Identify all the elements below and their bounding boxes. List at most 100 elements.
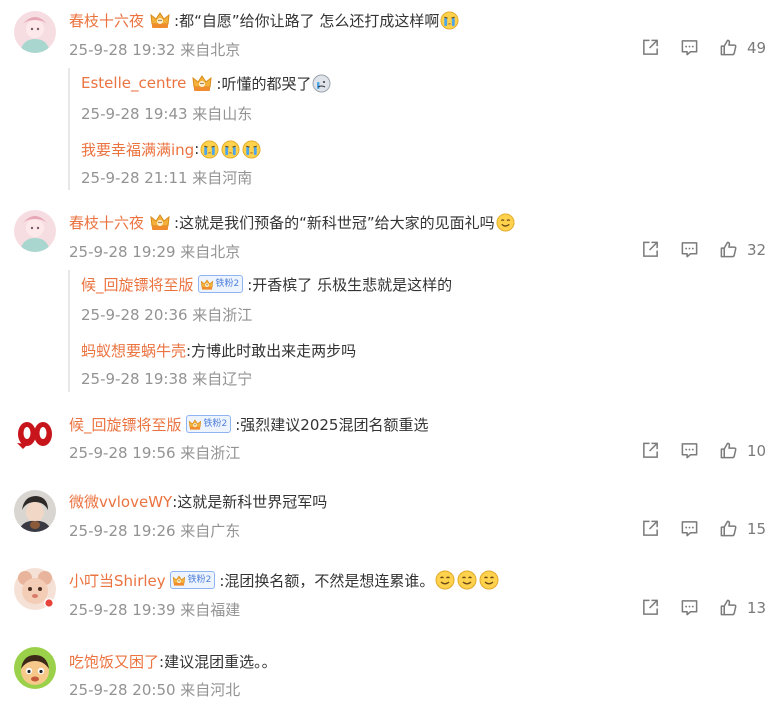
share-icon: [641, 598, 660, 617]
username[interactable]: 春枝十六夜: [69, 10, 144, 31]
username[interactable]: 小叮当Shirley: [69, 570, 166, 591]
like-count: 15: [747, 519, 767, 538]
comment-actions: 32: [641, 240, 766, 259]
cry-emoji-icon: [242, 140, 261, 159]
comment-line: 小叮当Shirley 铁粉2 :混团换名额，不然是想连累谁。: [69, 569, 500, 591]
share-button[interactable]: [641, 598, 660, 617]
fan-badge-label: 铁粉2: [203, 419, 228, 429]
fan-badge: 铁粉2: [185, 415, 232, 433]
username[interactable]: 吃饱饭又困了: [69, 651, 159, 672]
comment-text: :混团换名额，不然是想连累谁。: [219, 571, 435, 590]
comment-icon: [680, 519, 699, 538]
reply-meta: 25-9-28 21:11 来自河南: [81, 169, 253, 187]
like-icon: [719, 598, 738, 617]
like-button[interactable]: 32: [719, 240, 766, 259]
cry-emoji-icon: [221, 140, 240, 159]
comment-meta: 25-9-28 19:39 来自福建: [69, 601, 241, 619]
username[interactable]: 我要幸福满满ing: [81, 139, 194, 160]
comment-button[interactable]: [680, 519, 699, 538]
comment-icon: [680, 598, 699, 617]
comment-actions: 13: [641, 598, 766, 617]
reply-line: 蚂蚁想要蜗牛壳 :方博此时敢出来走两步吗: [81, 339, 356, 361]
comment-button[interactable]: [680, 38, 699, 57]
username[interactable]: 候_回旋镖将至版: [69, 414, 182, 435]
reply-meta: 25-9-28 19:38 来自辽宁: [81, 370, 253, 388]
avatar[interactable]: [14, 210, 56, 252]
reply-thread-line: [68, 68, 72, 190]
comment-text: :这就是我们预备的“新科世冠”给大家的见面礼吗: [174, 213, 495, 232]
like-count: 10: [747, 441, 767, 460]
avatar[interactable]: [14, 11, 56, 53]
reply-text: :听懂的都哭了: [216, 74, 312, 93]
comment-line: 候_回旋镖将至版 铁粉2 :强烈建议2025混团名额重选: [69, 413, 428, 435]
username[interactable]: 蚂蚁想要蜗牛壳: [81, 340, 186, 361]
avatar[interactable]: [14, 568, 56, 610]
share-button[interactable]: [641, 441, 660, 460]
like-button[interactable]: 15: [719, 519, 766, 538]
like-icon: [719, 38, 738, 57]
reply-line: 我要幸福满满ing :: [81, 138, 262, 160]
reply-thread-line: [68, 270, 72, 392]
fan-crown-icon: [200, 278, 214, 291]
username[interactable]: Estelle_centre: [81, 74, 186, 92]
comment-actions: 10: [641, 441, 766, 460]
like-button[interactable]: 10: [719, 441, 766, 460]
comment-text: :都“自愿”给你让路了 怎么还打成这样啊: [174, 11, 440, 30]
avatar[interactable]: [14, 647, 56, 689]
cry-emoji-icon: [440, 11, 459, 30]
share-button[interactable]: [641, 240, 660, 259]
fan-badge: 铁粉2: [169, 571, 216, 589]
username[interactable]: 春枝十六夜: [69, 212, 144, 233]
avatar[interactable]: [14, 490, 56, 532]
comment-meta: 25-9-28 19:56 来自浙江: [69, 444, 241, 462]
comment-icon: [680, 441, 699, 460]
reply-text: :: [194, 140, 200, 158]
fan-crown-icon: [149, 212, 171, 232]
username[interactable]: 微微vvloveWY: [69, 491, 172, 512]
like-icon: [719, 441, 738, 460]
fan-badge-label: 铁粉2: [187, 575, 212, 585]
share-button[interactable]: [641, 519, 660, 538]
reply-text: :方博此时敢出来走两步吗: [186, 341, 357, 360]
comment-actions: 49: [641, 38, 766, 57]
comment-line: 春枝十六夜 :这就是我们预备的“新科世冠”给大家的见面礼吗: [69, 211, 516, 233]
comment-text: :这就是新科世界冠军吗: [172, 492, 328, 511]
share-icon: [641, 441, 660, 460]
comment-line: 微微vvloveWY :这就是新科世界冠军吗: [69, 490, 327, 512]
smile-emoji-icon: [479, 570, 499, 590]
like-count: 49: [747, 38, 767, 57]
comment-button[interactable]: [680, 240, 699, 259]
share-icon: [641, 519, 660, 538]
comment-meta: 25-9-28 19:29 来自北京: [69, 243, 241, 261]
comment-line: 春枝十六夜 :都“自愿”给你让路了 怎么还打成这样啊: [69, 9, 460, 31]
username[interactable]: 候_回旋镖将至版: [81, 274, 194, 295]
fan-badge: 铁粉2: [197, 275, 244, 293]
fan-crown-icon: [172, 574, 186, 587]
smile-emoji-icon: [457, 570, 477, 590]
comment-line: 吃饱饭又困了 :建议混团重选。。: [69, 650, 277, 672]
comment-meta: 25-9-28 19:32 来自北京: [69, 41, 241, 59]
reply-line: Estelle_centre :听懂的都哭了: [81, 72, 332, 94]
avatar[interactable]: [14, 413, 56, 455]
like-button[interactable]: 13: [719, 598, 766, 617]
reply-meta: 25-9-28 19:43 来自山东: [81, 105, 253, 123]
like-count: 32: [747, 240, 767, 259]
like-icon: [719, 519, 738, 538]
comment-button[interactable]: [680, 598, 699, 617]
reply-meta: 25-9-28 20:36 来自浙江: [81, 306, 253, 324]
like-icon: [719, 240, 738, 259]
comment-icon: [680, 240, 699, 259]
smile-emoji-icon: [435, 570, 455, 590]
share-button[interactable]: [641, 38, 660, 57]
comment-button[interactable]: [680, 441, 699, 460]
cry-emoji-icon: [200, 140, 219, 159]
comment-text: :建议混团重选。。: [159, 652, 277, 671]
smile-emoji-icon: [496, 213, 515, 232]
like-button[interactable]: 49: [719, 38, 766, 57]
reply-line: 候_回旋镖将至版 铁粉2 :开香槟了 乐极生悲就是这样的: [81, 273, 452, 295]
fan-crown-icon: [191, 73, 213, 93]
reply-text: :开香槟了 乐极生悲就是这样的: [247, 275, 453, 294]
share-icon: [641, 240, 660, 259]
share-icon: [641, 38, 660, 57]
comment-meta: 25-9-28 19:26 来自广东: [69, 522, 241, 540]
